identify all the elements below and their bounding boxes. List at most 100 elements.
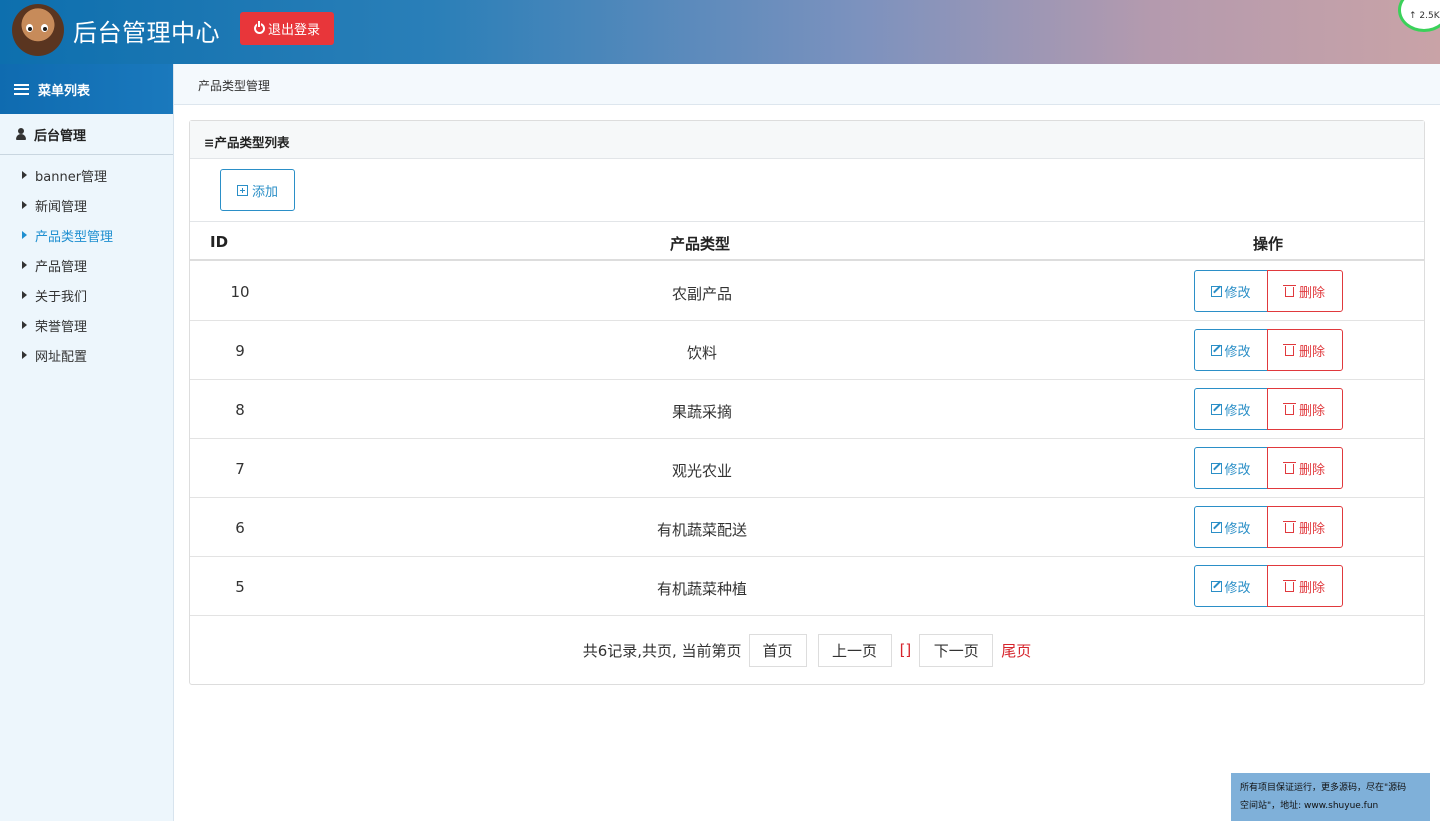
plus-square-icon	[236, 184, 248, 196]
edit-icon	[1211, 285, 1223, 297]
table-row: 7 观光农业 修改 删除	[190, 439, 1424, 498]
row-actions: 修改 删除	[1194, 329, 1343, 371]
delete-button[interactable]: 删除	[1267, 388, 1343, 430]
edit-button[interactable]: 修改	[1194, 447, 1268, 489]
product-type-panel: ≡产品类型列表 添加 ID 产品类型 操作 10 农副产品 修改 删除 9 饮料 修改 删除 8…	[189, 120, 1425, 685]
logout-button[interactable]: 退出登录	[240, 12, 334, 45]
edit-icon	[1211, 462, 1223, 474]
sidebar-item[interactable]: 产品管理	[0, 250, 173, 280]
caret-right-icon	[22, 321, 27, 329]
sidebar-item-label: banner管理	[35, 169, 108, 185]
sidebar-nav: banner管理新闻管理产品类型管理 产品管理关于我们荣誉管理网址配置	[0, 155, 173, 370]
delete-button[interactable]: 删除	[1267, 506, 1343, 548]
cell-id: 10	[230, 283, 250, 301]
list-icon	[14, 83, 29, 95]
cell-type-name: 果蔬采摘	[671, 403, 732, 421]
caret-right-icon	[22, 171, 27, 179]
delete-label: 删除	[1298, 580, 1325, 596]
cell-id: 8	[235, 401, 245, 419]
edit-icon	[1211, 344, 1223, 356]
sidebar-item-label: 产品类型管理	[35, 229, 114, 245]
edit-icon	[1211, 580, 1223, 592]
edit-button[interactable]: 修改	[1194, 388, 1268, 430]
column-header-id: ID	[210, 233, 229, 251]
sidebar-item[interactable]: 新闻管理	[0, 190, 173, 220]
pagination: 共6记录,共页, 当前第页 首页 上一页 [] 下一页 尾页	[190, 633, 1424, 667]
delete-label: 删除	[1298, 403, 1325, 419]
table-row: 9 饮料 修改 删除	[190, 321, 1424, 380]
cell-type-name: 观光农业	[671, 462, 732, 480]
sidebar-item-label: 产品管理	[35, 259, 88, 275]
cell-id: 6	[235, 519, 245, 537]
panel-heading: ≡产品类型列表	[190, 121, 1424, 159]
cell-type-name: 有机蔬菜配送	[656, 521, 747, 539]
column-header-action: 操作	[1253, 235, 1284, 253]
cell-type-name: 饮料	[686, 344, 717, 362]
caret-right-icon	[22, 291, 27, 299]
cell-id: 9	[235, 342, 245, 360]
cell-id: 5	[235, 578, 245, 596]
notice-line-1: 所有项目保证运行，更多源码，尽在"源码	[1240, 783, 1407, 793]
table-row: 8 果蔬采摘 修改 删除	[190, 380, 1424, 439]
pagination-info: 共6记录,共页, 当前第页	[582, 641, 742, 660]
sidebar-item[interactable]: 产品类型管理	[0, 220, 173, 250]
first-page-button[interactable]: 首页	[748, 633, 807, 667]
delete-button[interactable]: 删除	[1267, 329, 1343, 371]
edit-label: 修改	[1224, 285, 1251, 301]
menu-title: 菜单列表	[38, 83, 91, 99]
table-row: 5 有机蔬菜种植 修改 删除	[190, 557, 1424, 616]
delete-button[interactable]: 删除	[1267, 447, 1343, 489]
trash-icon	[1282, 580, 1296, 592]
sidebar-item[interactable]: 网址配置	[0, 340, 173, 370]
delete-label: 删除	[1298, 521, 1325, 537]
prev-page-button[interactable]: 上一页	[817, 633, 892, 667]
caret-right-icon	[22, 201, 27, 209]
cell-id: 7	[235, 460, 245, 478]
row-actions: 修改 删除	[1194, 270, 1343, 312]
cell-type-name: 有机蔬菜种植	[656, 580, 747, 598]
sidebar-item-label: 荣誉管理	[35, 319, 88, 335]
sidebar-item[interactable]: 荣誉管理	[0, 310, 173, 340]
delete-button[interactable]: 删除	[1267, 270, 1343, 312]
edit-button[interactable]: 修改	[1194, 506, 1268, 548]
panel-title: ≡产品类型列表	[204, 135, 290, 150]
avatar	[12, 4, 64, 56]
next-page-button[interactable]: 下一页	[919, 633, 994, 667]
source-notice-banner: 所有项目保证运行，更多源码，尽在"源码 空间站"，地址: www.shuyue.…	[1231, 773, 1430, 821]
add-button[interactable]: 添加	[220, 169, 295, 211]
trash-icon	[1282, 403, 1296, 415]
caret-right-icon	[22, 351, 27, 359]
sidebar-item[interactable]: 关于我们	[0, 280, 173, 310]
breadcrumb: 产品类型管理	[174, 64, 1440, 105]
delete-button[interactable]: 删除	[1267, 565, 1343, 607]
sidebar: 菜单列表 后台管理 banner管理新闻管理产品类型管理 产品管理关于我们荣誉管理…	[0, 64, 174, 821]
network-speed-widget[interactable]: ↑ 2.5K	[1398, 0, 1440, 32]
row-actions: 修改 删除	[1194, 565, 1343, 607]
notice-line-2: 空间站"，地址: www.shuyue.fun	[1240, 801, 1379, 811]
sidebar-item-label: 关于我们	[35, 289, 88, 305]
edit-button[interactable]: 修改	[1194, 329, 1268, 371]
trash-icon	[1282, 344, 1296, 356]
edit-button[interactable]: 修改	[1194, 565, 1268, 607]
last-page-link[interactable]: 尾页	[1001, 640, 1031, 661]
edit-button[interactable]: 修改	[1194, 270, 1268, 312]
sidebar-item[interactable]: banner管理	[0, 160, 173, 190]
cell-type-name: 农副产品	[671, 285, 732, 303]
edit-label: 修改	[1224, 462, 1251, 478]
sidebar-section-admin[interactable]: 后台管理	[0, 114, 173, 155]
sidebar-item-label: 网址配置	[35, 349, 88, 365]
logout-label: 退出登录	[267, 23, 320, 38]
row-actions: 修改 删除	[1194, 506, 1343, 548]
edit-icon	[1211, 403, 1223, 415]
trash-icon	[1282, 462, 1296, 474]
table-row: 6 有机蔬菜配送 修改 删除	[190, 498, 1424, 557]
delete-label: 删除	[1298, 344, 1325, 360]
caret-right-icon	[22, 231, 27, 239]
top-header: 后台管理中心 退出登录 ↑ 2.5K	[0, 0, 1440, 64]
delete-label: 删除	[1298, 462, 1325, 478]
app-title: 后台管理中心	[73, 19, 220, 47]
menu-header: 菜单列表	[0, 64, 173, 114]
section-title: 后台管理	[34, 128, 87, 144]
caret-right-icon	[22, 261, 27, 269]
power-icon	[253, 21, 265, 34]
